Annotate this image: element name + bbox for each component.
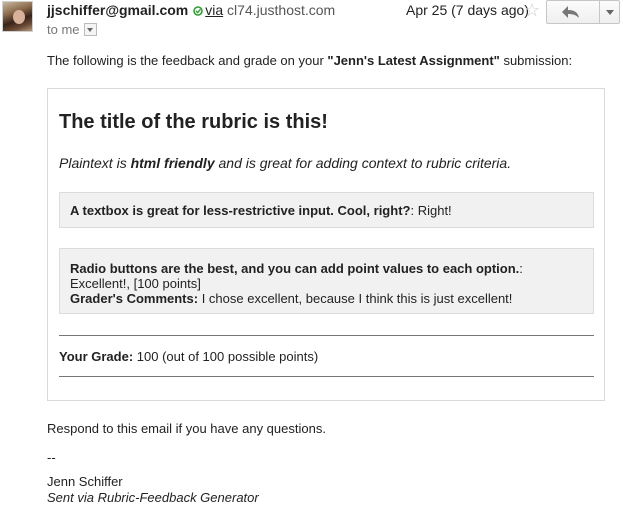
criterion-answer: Right! <box>417 203 452 218</box>
more-actions-button[interactable] <box>600 1 620 23</box>
grader-comments: I chose excellent, because I think this … <box>198 291 513 306</box>
grade-line: Your Grade: 100 (out of 100 possible poi… <box>59 349 318 364</box>
to-me-label: to me <box>47 22 80 37</box>
details-dropdown-icon[interactable] <box>83 23 97 37</box>
criterion-sep: : <box>519 261 523 276</box>
rubric-card: The title of the rubric is this! Plainte… <box>47 88 605 401</box>
via-host: cl74.justhost.com <box>227 2 336 18</box>
reply-button-group <box>546 0 620 24</box>
recipient-line: to me <box>47 21 97 39</box>
assignment-name: "Jenn's Latest Assignment" <box>327 53 500 68</box>
reply-icon <box>562 6 579 18</box>
grade-value: 100 (out of 100 possible points) <box>133 349 319 364</box>
criterion-answer: Excellent!, [100 points] <box>70 276 201 291</box>
desc-post: and is great for adding context to rubri… <box>214 155 512 171</box>
sender-email[interactable]: jjschiffer@gmail.com <box>47 2 188 18</box>
desc-pre: Plaintext is <box>59 155 131 171</box>
avatar[interactable] <box>2 1 33 32</box>
desc-bold: html friendly <box>130 155 215 171</box>
signature-name: Jenn Schiffer <box>47 474 123 489</box>
criterion-sep: : <box>410 203 418 218</box>
verified-icon <box>193 2 204 20</box>
criterion-label: A textbox is great for less-restrictive … <box>70 203 411 218</box>
grader-comments-label: Grader's Comments: <box>70 291 199 306</box>
intro-pre: The following is the feedback and grade … <box>47 53 328 68</box>
via-link[interactable]: via <box>205 2 223 18</box>
divider <box>59 335 594 336</box>
signature-sent-via: Sent via Rubric-Feedback Generator <box>47 490 259 505</box>
sender-line: jjschiffer@gmail.com via cl74.justhost.co… <box>47 1 335 20</box>
criterion-label: Radio buttons are the best, and you can … <box>70 261 520 276</box>
grade-label: Your Grade: <box>59 349 134 364</box>
criterion-radio: Radio buttons are the best, and you can … <box>59 248 594 314</box>
intro-text: The following is the feedback and grade … <box>47 53 572 69</box>
email-date: Apr 25 (7 days ago) <box>406 2 529 18</box>
signature-separator: -- <box>47 450 56 465</box>
rubric-description: Plaintext is html friendly and is great … <box>59 154 511 172</box>
rubric-title: The title of the rubric is this! <box>59 111 328 133</box>
criterion-textbox: A textbox is great for less-restrictive … <box>59 192 594 228</box>
divider <box>59 376 594 377</box>
respond-text: Respond to this email if you have any qu… <box>47 421 326 436</box>
avatar-face <box>13 10 25 24</box>
reply-button[interactable] <box>547 1 599 23</box>
star-icon[interactable]: ☆ <box>524 0 540 20</box>
intro-post: submission: <box>499 53 573 68</box>
